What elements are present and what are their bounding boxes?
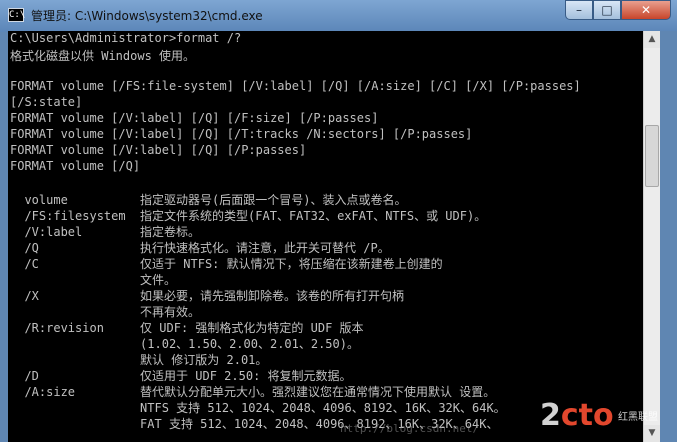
maximize-button[interactable]: □ (593, 0, 621, 20)
watermark-logo-part-a: 2 (540, 398, 561, 433)
console-line: (1.02、1.50、2.00、2.01、2.50)。 (10, 337, 359, 351)
console-line: C:\Users\Administrator>format /? (10, 31, 242, 45)
watermark-logo: 2cto (540, 398, 614, 433)
close-button[interactable]: ✕ (621, 0, 671, 20)
console-output[interactable]: C:\Users\Administrator>format /? 格式化磁盘以供… (8, 31, 643, 442)
console-line: /V:label 指定卷标。 (10, 225, 201, 239)
console-line: 格式化磁盘以供 Windows 使用。 (10, 49, 196, 63)
console-line: FORMAT volume [/Q] (10, 159, 141, 173)
scroll-up-arrow-icon[interactable]: ▲ (644, 31, 660, 48)
console-line: /C 仅适于 NTFS: 默认情况下，将压缩在该新建卷上创建的 (10, 257, 443, 271)
scroll-thumb[interactable] (645, 125, 659, 187)
console-line: FORMAT volume [/V:label] [/Q] [/F:size] … (10, 111, 379, 125)
console-line: FORMAT volume [/V:label] [/Q] [/P:passes… (10, 143, 307, 157)
console-line: /Q 执行快速格式化。请注意，此开关可替代 /P。 (10, 241, 390, 255)
console-line: /X 如果必要，请先强制卸除卷。该卷的所有打开句柄 (10, 289, 405, 303)
console-line: /D 仅适用于 UDF 2.50: 将复制元数据。 (10, 369, 352, 383)
window-title: 管理员: C:\Windows\system32\cmd.exe (31, 9, 263, 23)
console-line: /R:revision 仅 UDF: 强制格式化为特定的 UDF 版本 (10, 321, 364, 335)
minimize-button[interactable]: – (565, 0, 593, 20)
console-line: 文件。 (10, 273, 177, 287)
console-line: /FS:filesystem 指定文件系统的类型(FAT、FAT32、exFAT… (10, 209, 487, 223)
scroll-down-arrow-icon[interactable]: ▼ (644, 425, 660, 442)
window-frame-right (660, 31, 677, 442)
close-icon: ✕ (640, 3, 652, 17)
console-line: /A:size 替代默认分配单元大小。强烈建议您在通常情况下使用默认 设置。 (10, 385, 496, 399)
console-line: 默认 修订版为 2.01。 (10, 353, 268, 367)
console-line: NTFS 支持 512、1024、2048、4096、8192、16K、32K、… (10, 401, 506, 415)
vertical-scrollbar[interactable]: ▲ ▼ (643, 31, 660, 442)
watermark-logo-part-b: cto (560, 398, 614, 433)
console-line: volume 指定驱动器号(后面跟一个冒号)、装入点或卷名。 (10, 193, 407, 207)
console-line: FORMAT volume [/FS:file-system] [/V:labe… (10, 79, 581, 93)
title-bar[interactable]: C:\ 管理员: C:\Windows\system32\cmd.exe – □… (0, 0, 677, 32)
maximize-icon: □ (601, 3, 613, 17)
minimize-icon: – (576, 3, 582, 17)
watermark-url: http://blog.csdn.net/ (340, 422, 480, 435)
console-line: 不再有效。 (10, 305, 201, 319)
cmd-window: C:\ 管理员: C:\Windows\system32\cmd.exe – □… (0, 0, 677, 442)
console-line: FORMAT volume [/V:label] [/Q] [/T:tracks… (10, 127, 473, 141)
console-line: [/S:state] (10, 95, 83, 109)
watermark-subtitle: 红黑联盟 (618, 412, 658, 423)
cmd-icon[interactable]: C:\ (8, 8, 25, 22)
